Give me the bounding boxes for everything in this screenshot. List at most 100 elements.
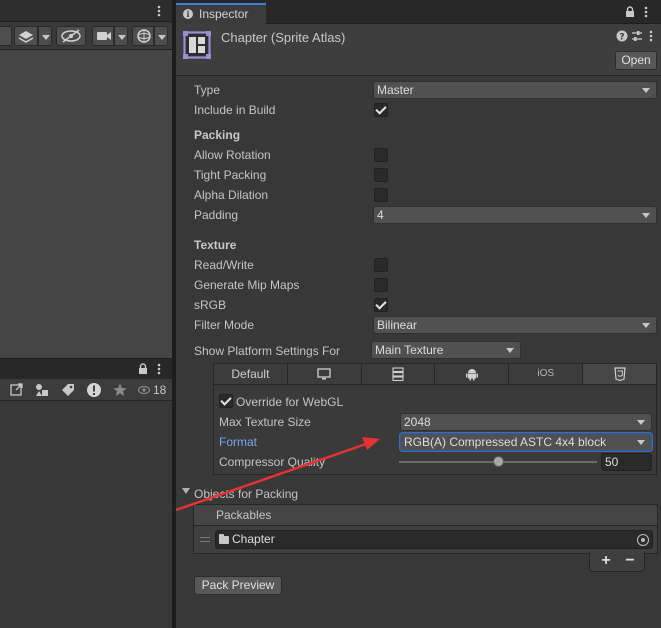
gizmos-button[interactable] bbox=[132, 26, 154, 46]
tab-standalone[interactable] bbox=[287, 364, 362, 384]
filter-by-label-icon[interactable] bbox=[60, 382, 76, 398]
padding-label: Padding bbox=[194, 208, 239, 222]
gizmos-dropdown[interactable] bbox=[154, 26, 168, 46]
override-webgl-label: Override for WebGL bbox=[236, 395, 344, 409]
type-dropdown[interactable]: Master bbox=[373, 81, 657, 99]
packables-header: Packables bbox=[194, 505, 657, 526]
max-texture-size-label: Max Texture Size bbox=[219, 415, 311, 429]
tight-packing-checkbox[interactable] bbox=[374, 168, 388, 182]
read-write-label: Read/Write bbox=[194, 258, 254, 272]
packing-heading: Packing bbox=[194, 128, 241, 142]
alpha-dilation-checkbox[interactable] bbox=[374, 188, 388, 202]
lock-icon[interactable] bbox=[625, 6, 635, 18]
texture-heading: Texture bbox=[194, 238, 237, 252]
folder-icon bbox=[219, 534, 229, 544]
alpha-dilation-label: Alpha Dilation bbox=[194, 188, 269, 202]
type-label: Type bbox=[194, 83, 221, 97]
layers-button[interactable] bbox=[14, 26, 38, 46]
platform-settings-box: Default iOS Override for WebGL Max Textu… bbox=[213, 363, 657, 475]
inspector-panel: i Inspector Chapter (Sprite Atlas) ? Ope… bbox=[176, 0, 661, 628]
srgb-checkbox[interactable] bbox=[374, 298, 388, 312]
android-icon bbox=[465, 369, 478, 381]
include-in-build-label: Include in Build bbox=[194, 103, 276, 117]
tab-android[interactable] bbox=[435, 364, 510, 384]
include-in-build-checkbox[interactable] bbox=[374, 103, 388, 117]
compressor-quality-slider-thumb[interactable] bbox=[492, 456, 504, 467]
lock-icon[interactable] bbox=[138, 363, 148, 375]
filter-mode-dropdown[interactable]: Bilinear bbox=[373, 316, 657, 334]
layers-dropdown[interactable] bbox=[38, 26, 52, 46]
monitor-icon bbox=[317, 368, 331, 380]
max-texture-size-dropdown[interactable]: 2048 bbox=[400, 413, 652, 431]
compressor-quality-field[interactable]: 50 bbox=[601, 453, 652, 471]
foldout-arrow-icon[interactable] bbox=[182, 488, 190, 494]
visibility-count-icon[interactable] bbox=[137, 382, 151, 398]
object-picker-icon[interactable] bbox=[637, 534, 649, 546]
gizmo-sphere-icon bbox=[137, 29, 151, 43]
more-menu-icon[interactable] bbox=[643, 5, 649, 19]
favorites-star-icon[interactable] bbox=[112, 382, 128, 398]
objects-for-packing-heading[interactable]: Objects for Packing bbox=[194, 486, 298, 502]
scene-toolbar bbox=[0, 22, 172, 50]
show-platform-settings-label: Show Platform Settings For bbox=[194, 344, 341, 358]
read-write-checkbox[interactable] bbox=[374, 258, 388, 272]
packable-object-name: Chapter bbox=[232, 532, 275, 546]
tab-server[interactable] bbox=[361, 364, 436, 384]
add-item-button[interactable]: + bbox=[594, 552, 618, 570]
server-icon bbox=[392, 367, 404, 381]
packables-label: Packables bbox=[216, 508, 272, 522]
more-menu-icon[interactable] bbox=[156, 4, 162, 18]
packables-list: Packables Chapter bbox=[193, 504, 658, 554]
project-panel-tabbar bbox=[0, 359, 172, 379]
srgb-label: sRGB bbox=[194, 298, 227, 312]
warning-filter-icon[interactable] bbox=[86, 382, 102, 398]
filter-by-type-icon[interactable] bbox=[34, 382, 50, 398]
hidden-eye-icon bbox=[61, 29, 81, 43]
platform-settings-dropdown[interactable]: Main Texture bbox=[371, 341, 521, 359]
platform-tabs: Default iOS bbox=[214, 364, 656, 385]
override-webgl-checkbox[interactable] bbox=[219, 394, 233, 408]
filter-mode-label: Filter Mode bbox=[194, 318, 255, 332]
asset-header: Chapter (Sprite Atlas) ? Open bbox=[176, 24, 661, 76]
open-button[interactable]: Open bbox=[615, 51, 657, 70]
format-dropdown[interactable]: RGB(A) Compressed ASTC 4x4 block bbox=[400, 433, 652, 451]
info-icon: i bbox=[183, 9, 193, 19]
padding-dropdown[interactable]: 4 bbox=[373, 206, 657, 224]
tab-default[interactable]: Default bbox=[214, 364, 288, 384]
generate-mip-maps-checkbox[interactable] bbox=[374, 278, 388, 292]
project-panel: 18 bbox=[0, 358, 172, 628]
pack-preview-button[interactable]: Pack Preview bbox=[194, 576, 282, 595]
tab-inspector-label: Inspector bbox=[199, 7, 249, 21]
camera-button[interactable] bbox=[92, 26, 114, 46]
allow-rotation-label: Allow Rotation bbox=[194, 148, 271, 162]
allow-rotation-checkbox[interactable] bbox=[374, 148, 388, 162]
visibility-toggle-button[interactable] bbox=[56, 26, 86, 46]
preset-settings-icon[interactable] bbox=[631, 30, 643, 42]
help-icon[interactable]: ? bbox=[616, 30, 628, 43]
packable-object-field[interactable]: Chapter bbox=[215, 530, 653, 549]
more-menu-icon[interactable] bbox=[156, 362, 162, 376]
sprite-atlas-icon bbox=[183, 31, 211, 59]
remove-item-button[interactable]: − bbox=[618, 552, 642, 570]
scene-view-panel bbox=[0, 0, 172, 358]
inspector-tabbar: i Inspector bbox=[176, 0, 661, 25]
compressor-quality-label: Compressor Quality bbox=[219, 455, 326, 469]
open-external-icon[interactable] bbox=[9, 382, 25, 398]
visibility-count: 18 bbox=[153, 383, 167, 397]
scene-view-tabbar bbox=[0, 0, 172, 22]
generate-mip-maps-label: Generate Mip Maps bbox=[194, 278, 300, 292]
more-menu-icon[interactable] bbox=[648, 29, 654, 43]
layers-icon bbox=[18, 31, 34, 43]
camera-dropdown[interactable] bbox=[114, 26, 128, 46]
tab-webgl[interactable] bbox=[583, 364, 656, 384]
project-toolbar: 18 bbox=[0, 379, 172, 401]
tight-packing-label: Tight Packing bbox=[194, 168, 267, 182]
tab-ios[interactable]: iOS bbox=[509, 364, 584, 384]
list-add-remove-bar: + − bbox=[589, 552, 645, 572]
svg-text:?: ? bbox=[619, 33, 624, 43]
drag-handle-icon[interactable] bbox=[200, 537, 210, 542]
draw-mode-button[interactable] bbox=[0, 26, 12, 46]
format-label: Format bbox=[219, 435, 258, 449]
tab-inspector[interactable]: i Inspector bbox=[176, 3, 266, 25]
html5-icon bbox=[613, 367, 626, 381]
